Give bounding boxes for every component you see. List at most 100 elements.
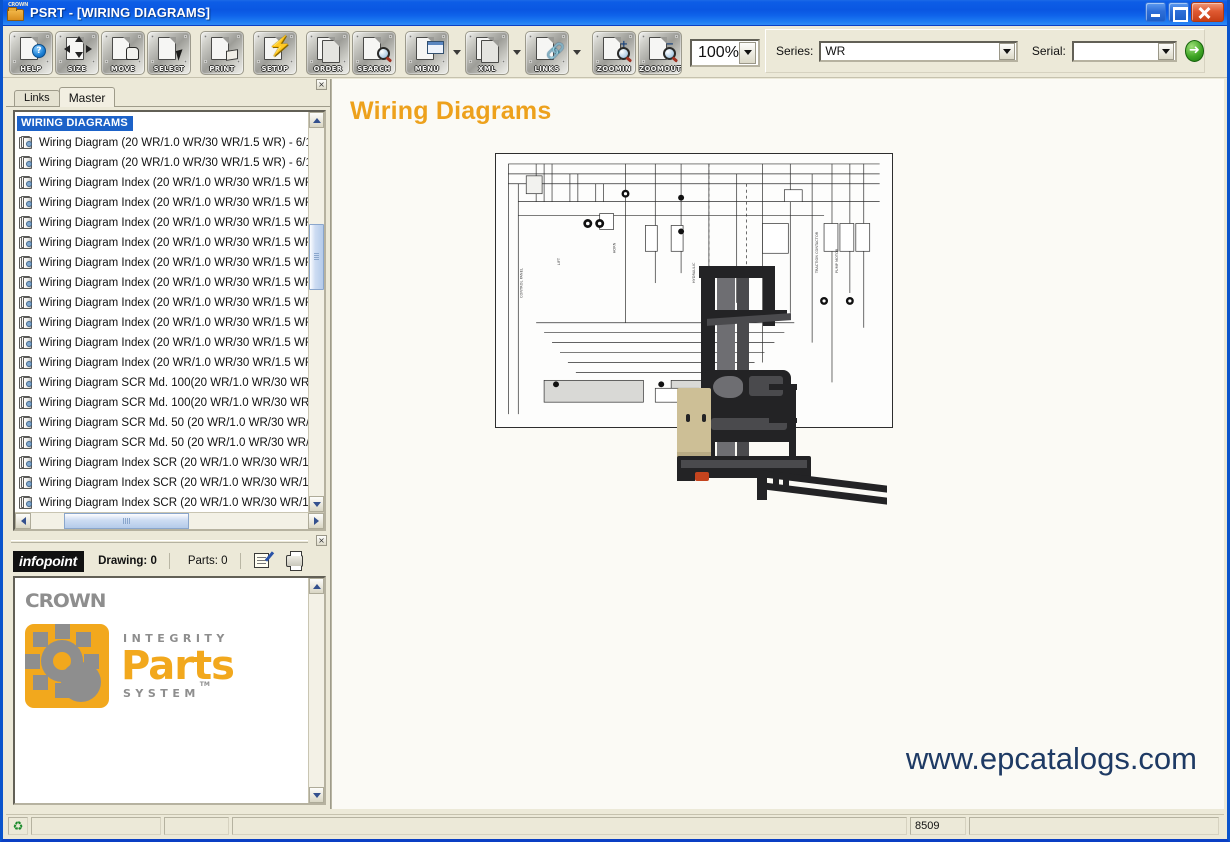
printer-icon[interactable] <box>285 551 305 571</box>
svg-text:LIFT: LIFT <box>557 257 561 265</box>
serial-combobox[interactable] <box>1071 40 1177 62</box>
series-label: Series: <box>776 44 814 58</box>
scroll-thumb[interactable] <box>309 223 324 290</box>
tree-item[interactable]: Wiring Diagram SCR Md. 100(20 WR/1.0 WR/… <box>15 393 308 413</box>
left-panel: × Links Master WIRING DIAGRAMS Wiring Di… <box>6 79 331 809</box>
tree-item[interactable]: Wiring Diagram (20 WR/1.0 WR/30 WR/1.5 W… <box>15 153 308 173</box>
xml-button[interactable]: XML <box>465 30 509 75</box>
chevron-down-icon[interactable] <box>739 41 756 64</box>
tree-item-label: Wiring Diagram (20 WR/1.0 WR/30 WR/1.5 W… <box>39 137 308 149</box>
tree-item[interactable]: Wiring Diagram (20 WR/1.0 WR/30 WR/1.5 W… <box>15 133 308 153</box>
tree-inner: WIRING DIAGRAMS Wiring Diagram (20 WR/1.… <box>15 112 324 512</box>
refresh-icon[interactable]: ♻ <box>8 816 28 835</box>
infopoint-panel-close-icon[interactable]: × <box>316 535 327 546</box>
tree-item[interactable]: Wiring Diagram Index (20 WR/1.0 WR/30 WR… <box>15 193 308 213</box>
panel-top-strip: × <box>6 79 330 90</box>
status-cell-3 <box>232 816 907 835</box>
title-bar: CROWN PSRT - [WIRING DIAGRAMS] <box>3 0 1227 26</box>
minimize-button[interactable] <box>1145 2 1166 22</box>
setup-bolt-icon: ⚡ <box>260 36 292 62</box>
document-viewer[interactable]: Wiring Diagrams CONTROL PANEL HYDRAULIC … <box>331 79 1224 809</box>
help-button[interactable]: ? HELP <box>9 30 53 75</box>
tree-item[interactable]: Wiring Diagram Index (20 WR/1.0 WR/30 WR… <box>15 273 308 293</box>
tree-item[interactable]: Wiring Diagram SCR Md. 50 (20 WR/1.0 WR/… <box>15 413 308 433</box>
infopoint-logo: infopoint <box>13 550 85 572</box>
scroll-track[interactable] <box>309 594 324 787</box>
xml-dropdown-arrow-icon[interactable] <box>511 31 522 75</box>
close-button[interactable] <box>1191 2 1224 22</box>
tree-item[interactable]: Wiring Diagram Index SCR (20 WR/1.0 WR/3… <box>15 493 308 512</box>
tree-item-label: Wiring Diagram Index SCR (20 WR/1.0 WR/3… <box>39 477 308 489</box>
scroll-track[interactable] <box>309 128 324 496</box>
tree-item[interactable]: Wiring Diagram Index (20 WR/1.0 WR/30 WR… <box>15 233 308 253</box>
document-stack-icon <box>19 496 34 510</box>
system-word: SYSTEMTM <box>123 681 234 700</box>
hscroll-thumb[interactable] <box>64 513 189 529</box>
green-arrow-go-button[interactable] <box>1184 40 1204 62</box>
maximize-button[interactable] <box>1168 2 1189 22</box>
links-button[interactable]: 🔗 LINKS <box>525 30 569 75</box>
tree-item[interactable]: Wiring Diagram Index (20 WR/1.0 WR/30 WR… <box>15 213 308 233</box>
note-edit-icon[interactable] <box>253 552 273 570</box>
print-button[interactable]: PRINT <box>200 30 244 75</box>
chevron-down-icon[interactable] <box>1157 42 1174 60</box>
tree-horizontal-scrollbar[interactable] <box>15 512 324 529</box>
infopoint-divider <box>168 553 170 569</box>
move-button[interactable]: MOVE <box>101 30 145 75</box>
search-button-label: SEARCH <box>357 64 391 73</box>
series-combobox[interactable]: WR <box>819 40 1018 62</box>
tree-item[interactable]: Wiring Diagram Index (20 WR/1.0 WR/30 WR… <box>15 313 308 333</box>
scroll-left-icon[interactable] <box>15 513 31 529</box>
zoom-out-button[interactable]: − ZOOMOUT <box>638 30 682 75</box>
branding-vertical-scrollbar[interactable] <box>308 578 324 803</box>
tab-master-label: Master <box>68 91 106 105</box>
scroll-down-icon[interactable] <box>309 496 324 512</box>
scroll-down-icon[interactable] <box>309 787 324 803</box>
tree-item-label: Wiring Diagram Index (20 WR/1.0 WR/30 WR… <box>39 257 308 269</box>
document-tree-list[interactable]: WIRING DIAGRAMS Wiring Diagram (20 WR/1.… <box>15 112 308 512</box>
search-button[interactable]: SEARCH <box>352 30 396 75</box>
tree-item[interactable]: Wiring Diagram SCR Md. 50 (20 WR/1.0 WR/… <box>15 433 308 453</box>
tree-item[interactable]: Wiring Diagram Index SCR (20 WR/1.0 WR/3… <box>15 473 308 493</box>
scroll-up-icon[interactable] <box>309 112 324 128</box>
tree-item[interactable]: Wiring Diagram Index (20 WR/1.0 WR/30 WR… <box>15 353 308 373</box>
wiring-diagram-drawing[interactable]: CONTROL PANEL HYDRAULIC TRACTION CONTACT… <box>495 153 893 506</box>
menu-dropdown-arrow-icon[interactable] <box>451 31 462 75</box>
menu-button[interactable]: MENU <box>405 30 449 75</box>
zoom-level-combobox[interactable]: 100% <box>690 38 760 67</box>
chevron-down-icon[interactable] <box>998 42 1015 60</box>
tree-item-label: Wiring Diagram (20 WR/1.0 WR/30 WR/1.5 W… <box>39 157 308 169</box>
tree-item[interactable]: Wiring Diagram Index SCR (20 WR/1.0 WR/3… <box>15 453 308 473</box>
tree-section-header[interactable]: WIRING DIAGRAMS <box>17 116 133 131</box>
tree-item[interactable]: Wiring Diagram Index (20 WR/1.0 WR/30 WR… <box>15 173 308 193</box>
menu-button-label: MENU <box>414 64 440 73</box>
document-stack-icon <box>19 436 34 450</box>
tree-item[interactable]: Wiring Diagram Index (20 WR/1.0 WR/30 WR… <box>15 293 308 313</box>
hscroll-track[interactable] <box>31 513 308 529</box>
trademark-symbol: TM <box>199 681 210 689</box>
panel-tab-strip: Links Master <box>6 87 330 107</box>
tree-item[interactable]: Wiring Diagram Index (20 WR/1.0 WR/30 WR… <box>15 333 308 353</box>
tree-item[interactable]: Wiring Diagram Index (20 WR/1.0 WR/30 WR… <box>15 253 308 273</box>
scroll-right-icon[interactable] <box>308 513 324 529</box>
main-toolbar: ? HELP SIZE MOVE SELECT PRINT ⚡ SETUP OR… <box>3 26 1227 78</box>
select-button[interactable]: SELECT <box>147 30 191 75</box>
size-button[interactable]: SIZE <box>55 30 99 75</box>
size-button-label: SIZE <box>67 64 87 73</box>
infopoint-divider <box>239 553 241 569</box>
tree-item[interactable]: Wiring Diagram SCR Md. 100(20 WR/1.0 WR/… <box>15 373 308 393</box>
tree-vertical-scrollbar[interactable] <box>308 112 324 512</box>
document-stack-icon <box>19 396 34 410</box>
tree-item-label: Wiring Diagram Index (20 WR/1.0 WR/30 WR… <box>39 297 308 309</box>
order-button[interactable]: ORDER <box>306 30 350 75</box>
tree-item-label: Wiring Diagram SCR Md. 50 (20 WR/1.0 WR/… <box>39 437 308 449</box>
links-button-label: LINKS <box>534 64 560 73</box>
document-stack-icon <box>19 216 34 230</box>
zoom-in-button[interactable]: + ZOOMIN <box>592 30 636 75</box>
setup-button[interactable]: ⚡ SETUP <box>253 30 297 75</box>
tab-master[interactable]: Master <box>58 87 116 107</box>
tree-panel-close-icon[interactable]: × <box>316 79 327 90</box>
tab-links[interactable]: Links <box>14 90 60 106</box>
status-cell-record-id: 8509 <box>910 816 966 835</box>
links-dropdown-arrow-icon[interactable] <box>571 31 582 75</box>
